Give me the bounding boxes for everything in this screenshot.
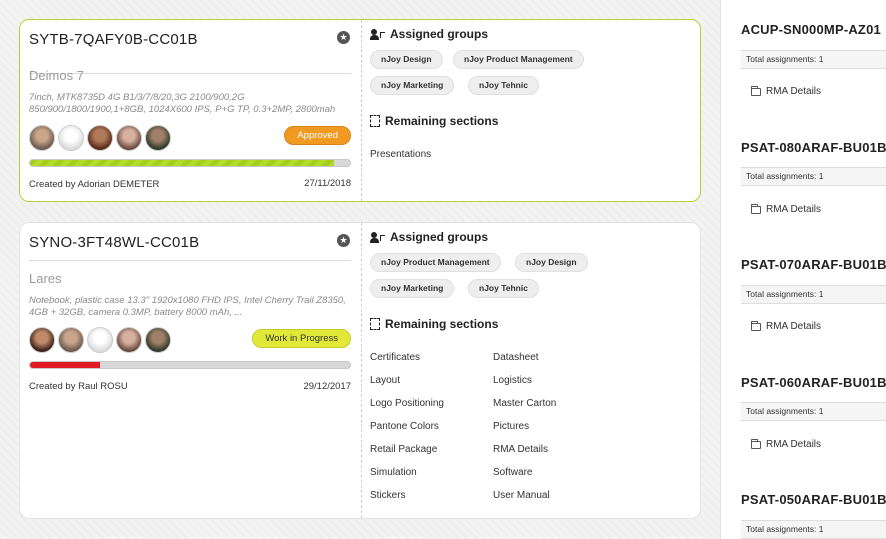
section-item[interactable]: Master Carton bbox=[493, 398, 556, 409]
progress-bar bbox=[29, 159, 351, 167]
folder-icon bbox=[751, 438, 761, 449]
progress-fill bbox=[30, 160, 334, 166]
remaining-sections-icon bbox=[370, 318, 380, 330]
side-item-link-label: RMA Details bbox=[766, 439, 822, 450]
created-by: Created by Raul ROSU bbox=[29, 381, 128, 392]
created-date: 27/11/2018 bbox=[304, 178, 351, 189]
section-item[interactable]: Stickers bbox=[370, 490, 406, 501]
remaining-sections-title: Remaining sections bbox=[385, 317, 499, 331]
assigned-groups-title: Assigned groups bbox=[390, 27, 489, 41]
product-card[interactable]: SYNO-3FT48WL-CC01B ★ Lares Notebook, pla… bbox=[19, 222, 701, 519]
section-item[interactable]: Certificates bbox=[370, 352, 420, 363]
remaining-sections-icon bbox=[370, 115, 380, 127]
group-chip[interactable]: nJoy Design bbox=[515, 253, 588, 272]
folder-icon bbox=[751, 203, 761, 214]
product-card[interactable]: SYTB-7QAFY0B-CC01B ★ Deimos 7 7inch, MTK… bbox=[19, 19, 701, 202]
side-panel: ACUP-SN000MP-AZ01 Total assignments: 1 R… bbox=[720, 0, 886, 539]
group-chip[interactable]: nJoy Tehnic bbox=[468, 279, 539, 298]
created-date: 29/12/2017 bbox=[303, 381, 351, 392]
assigned-groups-heading: Assigned groups bbox=[370, 230, 488, 244]
assigned-groups-icon bbox=[370, 28, 385, 40]
side-item-code[interactable]: PSAT-080ARAF-BU01B bbox=[741, 140, 886, 155]
side-item-link-label: RMA Details bbox=[766, 86, 822, 97]
group-chip[interactable]: nJoy Product Management bbox=[370, 253, 501, 272]
side-item-link[interactable]: RMA Details bbox=[751, 203, 822, 215]
section-item[interactable]: Presentations bbox=[370, 149, 431, 160]
avatar[interactable] bbox=[87, 327, 113, 353]
remaining-sections-heading: Remaining sections bbox=[370, 114, 498, 128]
star-icon[interactable]: ★ bbox=[337, 234, 350, 247]
side-item-code[interactable]: PSAT-060ARAF-BU01B bbox=[741, 375, 886, 390]
column-divider bbox=[361, 20, 362, 201]
avatar[interactable] bbox=[145, 125, 171, 151]
avatar[interactable] bbox=[58, 327, 84, 353]
group-chip[interactable]: nJoy Product Management bbox=[453, 50, 584, 69]
section-item[interactable]: User Manual bbox=[493, 490, 550, 501]
section-item[interactable]: Simulation bbox=[370, 467, 417, 478]
side-item-link[interactable]: RMA Details bbox=[751, 438, 822, 450]
side-item-link-label: RMA Details bbox=[766, 321, 822, 332]
section-item[interactable]: Logo Positioning bbox=[370, 398, 444, 409]
avatar[interactable] bbox=[116, 125, 142, 151]
side-item-assignments: Total assignments: 1 bbox=[741, 520, 886, 539]
section-item[interactable]: Retail Package bbox=[370, 444, 437, 455]
avatar[interactable] bbox=[29, 327, 55, 353]
avatar-list bbox=[29, 125, 171, 151]
status-badge: Approved bbox=[284, 126, 351, 145]
group-chip[interactable]: nJoy Tehnic bbox=[468, 76, 539, 95]
avatar-list bbox=[29, 327, 171, 353]
avatar[interactable] bbox=[29, 125, 55, 151]
avatar[interactable] bbox=[145, 327, 171, 353]
group-chip[interactable]: nJoy Marketing bbox=[370, 279, 455, 298]
product-description: 7inch, MTK8735D 4G B1/3/7/8/20,3G 2100/9… bbox=[29, 92, 336, 115]
remaining-sections-heading: Remaining sections bbox=[370, 317, 498, 331]
side-item-code[interactable]: ACUP-SN000MP-AZ01 bbox=[741, 22, 881, 37]
assigned-groups-icon bbox=[370, 231, 385, 243]
product-code[interactable]: SYTB-7QAFY0B-CC01B bbox=[29, 31, 198, 48]
avatar[interactable] bbox=[87, 125, 113, 151]
side-item-assignments: Total assignments: 1 bbox=[741, 285, 886, 304]
star-icon[interactable]: ★ bbox=[337, 31, 350, 44]
remaining-sections-title: Remaining sections bbox=[385, 114, 499, 128]
product-name: Lares bbox=[29, 271, 62, 286]
product-description: Notebook, plastic case 13.3" 1920x1080 F… bbox=[29, 295, 346, 318]
divider bbox=[29, 260, 351, 261]
section-item[interactable]: Pantone Colors bbox=[370, 421, 439, 432]
folder-icon bbox=[751, 320, 761, 331]
side-item-assignments: Total assignments: 1 bbox=[741, 50, 886, 69]
column-divider bbox=[361, 223, 362, 518]
avatar[interactable] bbox=[116, 327, 142, 353]
side-item-link-label: RMA Details bbox=[766, 204, 822, 215]
assigned-groups-heading: Assigned groups bbox=[370, 27, 488, 41]
status-badge: Work in Progress bbox=[252, 329, 351, 348]
section-item[interactable]: Datasheet bbox=[493, 352, 539, 363]
section-item[interactable]: RMA Details bbox=[493, 444, 548, 455]
created-by: Created by Adorian DEMETER bbox=[29, 179, 160, 190]
side-item-assignments: Total assignments: 1 bbox=[741, 167, 886, 186]
side-item-link[interactable]: RMA Details bbox=[751, 320, 822, 332]
product-code[interactable]: SYNO-3FT48WL-CC01B bbox=[29, 234, 199, 251]
section-item[interactable]: Pictures bbox=[493, 421, 529, 432]
group-chip[interactable]: nJoy Design bbox=[370, 50, 443, 69]
section-item[interactable]: Layout bbox=[370, 375, 400, 386]
product-name: Deimos 7 bbox=[29, 68, 84, 83]
side-item-code[interactable]: PSAT-070ARAF-BU01B bbox=[741, 257, 886, 272]
section-item[interactable]: Logistics bbox=[493, 375, 532, 386]
folder-icon bbox=[751, 85, 761, 96]
side-item-assignments: Total assignments: 1 bbox=[741, 402, 886, 421]
avatar[interactable] bbox=[58, 125, 84, 151]
side-item-code[interactable]: PSAT-050ARAF-BU01B bbox=[741, 492, 886, 507]
side-item-link[interactable]: RMA Details bbox=[751, 85, 822, 97]
progress-fill bbox=[30, 362, 101, 368]
assigned-groups-title: Assigned groups bbox=[390, 230, 489, 244]
section-item[interactable]: Software bbox=[493, 467, 532, 478]
progress-bar bbox=[29, 361, 351, 369]
group-chip[interactable]: nJoy Marketing bbox=[370, 76, 455, 95]
